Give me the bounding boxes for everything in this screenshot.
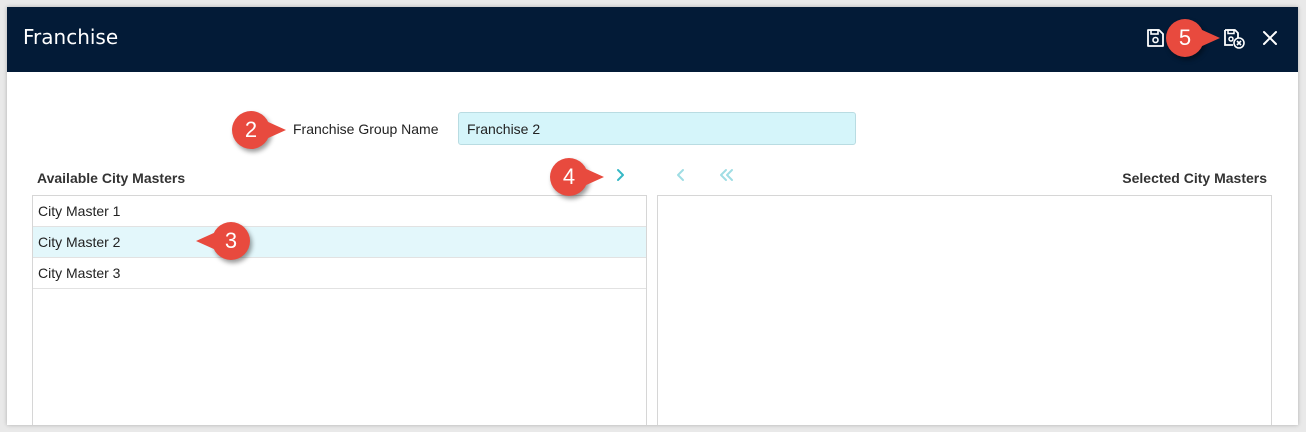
selected-city-masters-list[interactable] bbox=[657, 195, 1272, 425]
move-right-icon[interactable] bbox=[610, 165, 630, 185]
move-all-left-icon[interactable] bbox=[716, 165, 736, 185]
selected-city-masters-title: Selected City Masters bbox=[1122, 170, 1267, 186]
save-icon[interactable] bbox=[1143, 26, 1167, 50]
list-item-label: City Master 2 bbox=[38, 234, 121, 250]
dialog-title: Franchise bbox=[23, 25, 119, 49]
move-left-icon[interactable] bbox=[671, 165, 691, 185]
list-item-label: City Master 3 bbox=[38, 265, 121, 281]
franchise-group-name-input[interactable] bbox=[458, 112, 856, 145]
franchise-group-name-label: Franchise Group Name bbox=[293, 121, 439, 137]
save-and-close-icon[interactable] bbox=[1222, 26, 1246, 50]
callout-badge: 3 bbox=[196, 222, 250, 260]
callout-badge: 4 bbox=[550, 158, 604, 196]
list-item[interactable]: City Master 3 bbox=[33, 258, 646, 289]
title-bar: Franchise bbox=[7, 7, 1298, 72]
list-item[interactable]: City Master 1 bbox=[33, 196, 646, 227]
callout-badge: 2 bbox=[232, 111, 286, 149]
list-item[interactable]: City Master 2 bbox=[33, 227, 646, 258]
available-city-masters-title: Available City Masters bbox=[37, 170, 186, 186]
franchise-dialog: Franchise Franchise Group Name Franchise… bbox=[7, 7, 1298, 425]
close-icon[interactable] bbox=[1258, 26, 1282, 50]
available-city-masters-list[interactable]: City Master 1 City Master 2 City Master … bbox=[32, 195, 647, 425]
callout-badge: 5 bbox=[1166, 19, 1220, 57]
list-item-label: City Master 1 bbox=[38, 203, 121, 219]
